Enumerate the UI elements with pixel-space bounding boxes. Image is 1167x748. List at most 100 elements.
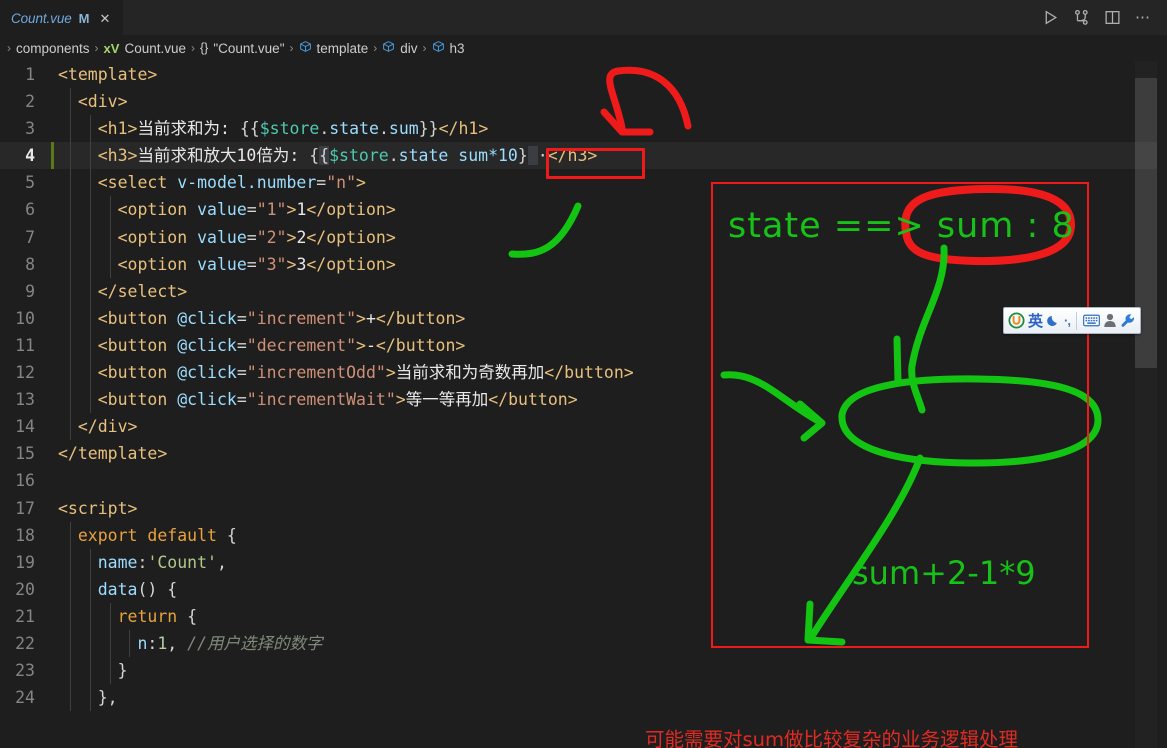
vscode-window: Count.vue M ✕	[0, 0, 1167, 748]
code-text: </div>	[58, 417, 138, 437]
code-text: <option value="2">2</option>	[58, 227, 396, 247]
code-line[interactable]: 3 <h1>当前求和为: {{$store.state.sum}}</h1>	[0, 115, 1167, 143]
ime-separator	[1075, 311, 1077, 330]
keyboard-icon[interactable]	[1083, 314, 1100, 327]
moon-icon[interactable]	[1046, 313, 1061, 328]
git-change-indicator	[51, 88, 54, 115]
breadcrumb-label: div	[400, 40, 418, 56]
indent-guide	[70, 657, 71, 685]
braces-icon: {}	[200, 41, 209, 55]
indent-guide	[70, 88, 71, 116]
line-number: 22	[15, 633, 35, 653]
code-text: data() {	[97, 579, 178, 599]
indent-guide	[70, 359, 71, 387]
breadcrumb-item-h3[interactable]: h3	[430, 40, 467, 56]
indent-guide	[89, 115, 91, 143]
line-number: 9	[25, 281, 35, 301]
code-text: export default {	[77, 525, 237, 545]
line-number: 6	[25, 200, 35, 220]
indent-guide	[70, 223, 71, 251]
run-icon[interactable]	[1042, 9, 1059, 26]
indent-guide	[109, 602, 111, 630]
symbol-cube-icon	[432, 40, 445, 56]
ime-punctuation-icon[interactable]: ·,	[1064, 313, 1071, 328]
indent-guide	[70, 169, 71, 197]
indent-guide	[89, 223, 91, 251]
git-change-indicator	[51, 440, 54, 467]
indent-guide	[70, 548, 71, 576]
wrench-icon[interactable]	[1120, 313, 1136, 329]
breadcrumb-label: template	[316, 40, 369, 56]
tab-label: Count.vue	[11, 10, 72, 26]
line-number: 19	[15, 552, 35, 572]
line-number: 23	[15, 661, 35, 681]
code-text: <button @click="decrement">-</button>	[58, 335, 466, 355]
git-change-indicator	[51, 169, 54, 196]
git-change-indicator	[51, 278, 54, 305]
vue-icon: x​V	[103, 40, 120, 56]
indent-guide	[109, 196, 111, 224]
breadcrumb-label: "Count.vue"	[213, 40, 285, 56]
git-change-indicator	[51, 495, 54, 522]
indent-guide	[109, 223, 111, 251]
editor-tab-count-vue[interactable]: Count.vue M ✕	[0, 0, 125, 35]
git-change-indicator	[51, 684, 54, 711]
breadcrumb-item-count-vue[interactable]: x​V Count.vue	[102, 41, 188, 56]
breadcrumb-item-file-symbol[interactable]: {} "Count.vue"	[198, 41, 287, 56]
code-text: <div>	[58, 92, 128, 112]
indent-guide	[70, 196, 71, 224]
indent-guide	[89, 304, 91, 332]
code-text: <option value="3">3</option>	[58, 254, 396, 274]
code-text: <option value="1">1</option>	[58, 200, 396, 220]
user-icon[interactable]	[1103, 313, 1117, 328]
line-number: 21	[15, 606, 35, 626]
line-number: 11	[15, 335, 35, 355]
breadcrumb-label: h3	[449, 40, 465, 56]
code-text: <button @click="incrementWait">等一等再加</bu…	[58, 390, 578, 410]
indent-guide	[89, 657, 91, 685]
code-text: </select>	[58, 281, 188, 301]
code-line[interactable]: 2 <div>	[0, 88, 1167, 116]
indent-guide	[89, 684, 91, 712]
ime-logo-icon[interactable]	[1008, 312, 1025, 329]
code-line[interactable]: 1 <template>	[0, 61, 1167, 88]
more-actions-icon[interactable]: ⋯	[1135, 10, 1151, 25]
breadcrumb-item-template[interactable]: template	[297, 40, 371, 56]
code-text: },	[58, 688, 118, 708]
git-change-indicator	[51, 386, 54, 413]
git-change-indicator	[51, 61, 54, 88]
line-number: 20	[15, 579, 35, 599]
indent-guide	[70, 684, 71, 712]
code-text: n:1, //用户选择的数字	[137, 633, 323, 653]
breadcrumb-item-components[interactable]: components	[14, 41, 92, 56]
git-change-indicator	[51, 251, 54, 278]
editor-actions: ⋯	[1042, 0, 1167, 35]
indent-guide	[129, 629, 131, 658]
indent-guide	[89, 277, 91, 305]
code-text: <template>	[58, 65, 158, 84]
git-change-indicator	[51, 630, 54, 657]
breadcrumb-leading-separator: ›	[7, 41, 11, 55]
split-editor-icon[interactable]	[1104, 9, 1121, 26]
ime-toolbar[interactable]: 英 ·,	[1003, 307, 1141, 334]
line-number: 5	[25, 173, 35, 193]
breadcrumb-item-div[interactable]: div	[380, 40, 419, 56]
line-number: 14	[15, 417, 35, 437]
breadcrumb-separator: ›	[422, 41, 427, 55]
indent-guide	[70, 575, 71, 603]
editor-right-gutter	[1157, 35, 1167, 748]
breadcrumb-label: components	[16, 40, 90, 56]
breadcrumb-separator: ›	[289, 41, 294, 55]
indent-guide	[109, 629, 111, 658]
ime-mode-label[interactable]: 英	[1028, 310, 1043, 331]
git-change-indicator	[51, 467, 54, 494]
indent-guide	[89, 331, 91, 360]
split-branch-icon[interactable]	[1073, 9, 1090, 26]
code-text: }	[58, 661, 128, 681]
code-text: <button @click="increment">+</button>	[58, 308, 466, 328]
close-icon[interactable]: ✕	[97, 11, 114, 26]
indent-guide	[70, 115, 71, 143]
code-text: name:'Count',	[97, 552, 227, 572]
git-change-indicator	[51, 522, 54, 549]
indent-guide	[70, 602, 71, 630]
